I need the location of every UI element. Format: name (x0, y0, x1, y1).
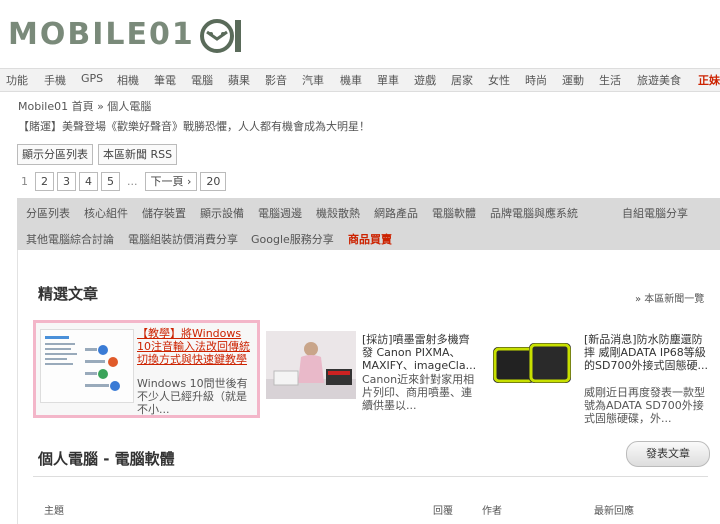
category-item[interactable]: 顯示設備 (200, 205, 244, 221)
site-header: MOBILE01 (0, 0, 720, 68)
nav-item-life[interactable]: 生活 (599, 72, 621, 88)
rss-button[interactable]: 本區新聞 RSS (98, 144, 178, 165)
nav-item-motorcycles[interactable]: 機車 (340, 72, 362, 88)
nav-item-av[interactable]: 影音 (265, 72, 287, 88)
nav-item-games[interactable]: 遊戲 (414, 72, 436, 88)
breadcrumb[interactable]: Mobile01 首頁 » 個人電腦 (18, 98, 151, 114)
featured-title[interactable]: 【教學】將Windows 10注音輸入法改回傳統切換方式與快速鍵教學 (137, 327, 257, 366)
page-current: 1 (17, 173, 32, 190)
featured-thumbnail[interactable] (40, 329, 134, 403)
category-item[interactable]: 電腦組裝訪價消費分享 (128, 231, 238, 247)
category-item[interactable]: 品牌電腦與應系統 (490, 205, 578, 221)
category-item[interactable]: 網路產品 (374, 205, 418, 221)
category-item[interactable]: 核心組件 (84, 205, 128, 221)
nav-item-gps[interactable]: GPS (81, 72, 103, 85)
page-link[interactable]: 3 (57, 172, 76, 191)
featured-description: 威剛近日再度發表一款型號為ADATA SD700外接式固態硬碟，外... (584, 386, 705, 425)
news-list-link[interactable]: » 本區新聞一覽 (635, 290, 704, 305)
logo-text: MOBILE01 (8, 16, 195, 52)
mobile01-logo[interactable]: MOBILE01 (8, 14, 247, 54)
featured-section-title: 精選文章 (38, 285, 99, 303)
canon-printer-model-photo-icon (266, 331, 356, 399)
windows-settings-screenshot-icon (41, 330, 133, 402)
category-item[interactable]: 機殼散熱 (316, 205, 360, 221)
category-item-marketplace[interactable]: 商品買賣 (348, 231, 392, 247)
page-link[interactable]: 4 (79, 172, 98, 191)
category-bar: 分區列表 核心組件 儲存裝置 顯示設備 電腦週邊 機殼散熱 網路產品 電腦軟體 … (17, 198, 720, 250)
column-header-author: 作者 (482, 506, 502, 517)
column-header-latest: 最新回應 (594, 506, 634, 517)
nav-item-travel[interactable]: 旅遊美食 (637, 72, 681, 88)
nav-item-sports[interactable]: 運動 (562, 72, 584, 88)
nav-item-functions[interactable]: 功能 (6, 72, 28, 88)
page-ellipsis: ... (123, 173, 142, 190)
featured-description: Canon近來針對家用相片列印、商用噴墨、連續供墨以... (362, 373, 475, 412)
post-article-button[interactable]: 發表文章 (626, 441, 710, 467)
category-item[interactable]: Google服務分享 (251, 231, 334, 247)
category-item[interactable]: 電腦軟體 (432, 205, 476, 221)
nav-item-cars[interactable]: 汽車 (302, 72, 324, 88)
page-last-link[interactable]: 20 (200, 172, 227, 191)
section-divider (33, 476, 708, 477)
featured-title[interactable]: [採訪]噴墨雷射多機齊發 Canon PIXMA、MAXIFY、imageCla… (362, 333, 480, 372)
category-item[interactable]: 儲存裝置 (142, 205, 186, 221)
column-header-topic: 主題 (44, 506, 64, 517)
featured-thumbnail[interactable] (489, 331, 575, 399)
forum-section-title: 個人電腦 - 電腦軟體 (38, 450, 175, 468)
adata-ssd-photo-icon (489, 331, 575, 399)
nav-item-fashion[interactable]: 時尚 (525, 72, 547, 88)
featured-description: Windows 10問世後有不少人已經升級（就是不小... (137, 377, 248, 416)
category-item[interactable]: 分區列表 (26, 205, 70, 221)
nav-item-phones[interactable]: 手機 (44, 72, 66, 88)
column-header-replies: 回覆 (433, 506, 453, 517)
forum-button-row: 顯示分區列表 本區新聞 RSS (17, 144, 178, 165)
category-item[interactable]: 電腦週邊 (258, 205, 302, 221)
show-forum-list-button[interactable]: 顯示分區列表 (17, 144, 93, 165)
promo-link[interactable]: 【賭運】美聲登場《歡樂好聲音》戰勝恐懼，人人都有機會成為大明星！ (18, 118, 370, 134)
nav-item-computers[interactable]: 電腦 (191, 72, 213, 88)
page-link[interactable]: 5 (101, 172, 120, 191)
page-next-button[interactable]: 下一頁 › (144, 172, 198, 191)
featured-title[interactable]: [新品消息]防水防塵還防摔 威剛ADATA IP68等級的SD700外接式固態硬… (584, 333, 708, 372)
nav-item-cameras[interactable]: 相機 (117, 72, 139, 88)
page-link[interactable]: 2 (35, 172, 54, 191)
featured-card-windows[interactable]: 【教學】將Windows 10注音輸入法改回傳統切換方式與快速鍵教學 Windo… (33, 320, 260, 418)
category-item[interactable]: 自組電腦分享 (622, 205, 688, 221)
nav-item-girls[interactable]: 正妹 (698, 72, 720, 88)
nav-item-notebooks[interactable]: 筆電 (154, 72, 176, 88)
pagination: 1 2 3 4 5 ... 下一頁 › 20 (17, 172, 227, 191)
nav-item-bikes[interactable]: 單車 (377, 72, 399, 88)
logo-emblem-icon (199, 19, 241, 53)
nav-item-apple[interactable]: 蘋果 (228, 72, 250, 88)
featured-thumbnail[interactable] (266, 331, 356, 399)
nav-item-women[interactable]: 女性 (488, 72, 510, 88)
category-item[interactable]: 其他電腦綜合討論 (26, 231, 114, 247)
top-navigation: 功能 手機 GPS 相機 筆電 電腦 蘋果 影音 汽車 機車 單車 遊戲 居家 … (0, 68, 720, 92)
nav-item-home[interactable]: 居家 (451, 72, 473, 88)
